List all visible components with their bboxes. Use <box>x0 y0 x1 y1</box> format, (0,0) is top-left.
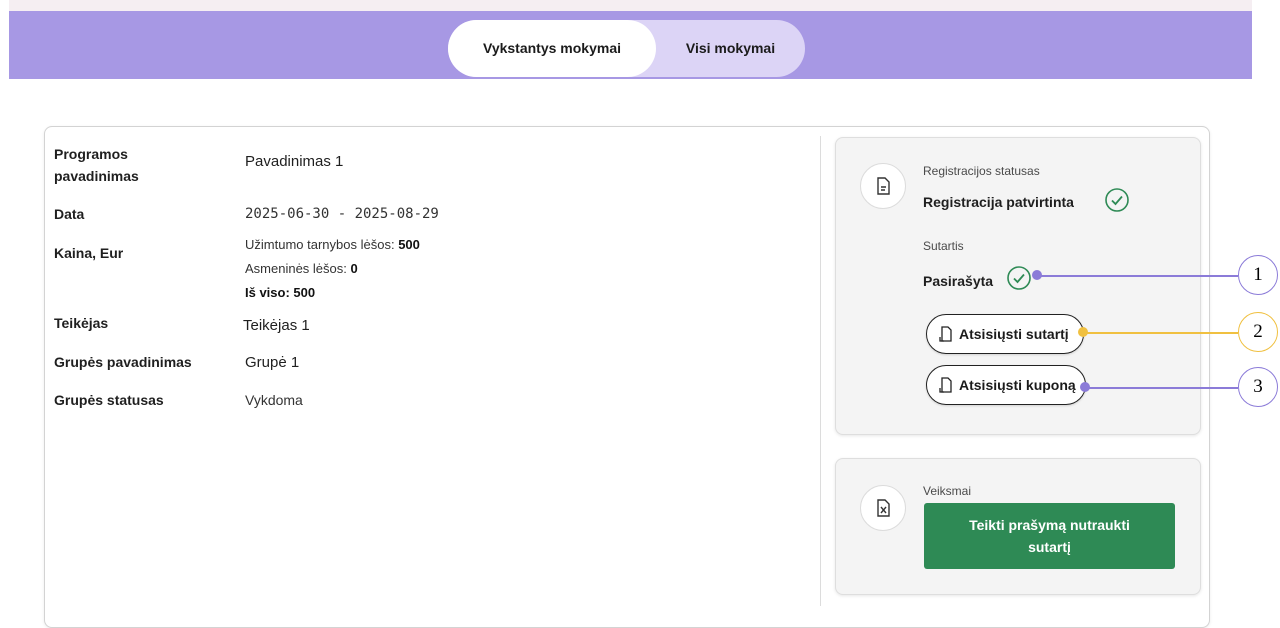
callout-3: 3 <box>1238 367 1278 407</box>
callout-line-2 <box>1084 332 1238 334</box>
callout-2: 2 <box>1238 312 1278 352</box>
callout-dot-2 <box>1078 327 1088 337</box>
tab-all-trainings[interactable]: Visi mokymai <box>656 20 805 77</box>
card-divider <box>820 136 821 606</box>
download-coupon-label: Atsisiųsti kuponą <box>959 377 1076 393</box>
group-name-label: Grupės pavadinimas <box>54 354 192 370</box>
program-name-label: Programos pavadinimas <box>54 146 139 184</box>
document-icon <box>860 163 906 209</box>
terminate-contract-button[interactable]: Teikti prašymą nutraukti sutartį <box>924 503 1175 569</box>
provider-value: Teikėjas 1 <box>243 317 310 334</box>
download-contract-button[interactable]: Atsisiųsti sutartį <box>926 314 1084 354</box>
callout-dot-1 <box>1032 270 1042 280</box>
tab-switcher: Vykstantys mokymai Visi mokymai <box>448 20 805 77</box>
terminate-contract-label: Teikti prašymą nutraukti sutartį <box>969 517 1130 555</box>
group-name-value: Grupė 1 <box>245 354 300 371</box>
registration-check-icon <box>1105 188 1129 212</box>
download-contract-label: Atsisiųsti sutartį <box>959 326 1069 342</box>
callout-dot-3 <box>1080 382 1090 392</box>
file-download-icon <box>939 326 952 342</box>
price-label: Kaina, Eur <box>54 245 124 261</box>
actions-caption: Veiksmai <box>923 484 972 498</box>
tab-ongoing-trainings[interactable]: Vykstantys mokymai <box>448 20 656 77</box>
contract-status-value: Pasirašyta <box>923 273 994 289</box>
download-coupon-button[interactable]: Atsisiųsti kuponą <box>926 365 1086 405</box>
registration-status-caption: Registracijos statusas <box>923 164 1040 178</box>
cancel-file-icon <box>860 485 906 531</box>
provider-label: Teikėjas <box>54 315 109 331</box>
group-status-label: Grupės statusas <box>54 392 164 408</box>
employment-funds: Užimtumo tarnybos lėšos: 500 <box>245 237 420 252</box>
top-strip <box>9 0 1252 11</box>
file-download-icon <box>939 377 952 393</box>
contract-check-icon <box>1007 266 1031 290</box>
program-name-value: Pavadinimas 1 <box>245 153 344 170</box>
total-funds: Iš viso: 500 <box>245 285 316 300</box>
personal-funds: Asmeninės lėšos: 0 <box>245 261 358 276</box>
contract-caption: Sutartis <box>923 239 964 253</box>
registration-status-value: Registracija patvirtinta <box>923 194 1074 210</box>
group-status-value: Vykdoma <box>245 392 303 408</box>
callout-line-3 <box>1086 387 1238 389</box>
date-label: Data <box>54 206 85 222</box>
date-value: 2025-06-30 - 2025-08-29 <box>245 206 439 222</box>
callout-1: 1 <box>1238 255 1278 295</box>
callout-line-1 <box>1038 275 1238 277</box>
